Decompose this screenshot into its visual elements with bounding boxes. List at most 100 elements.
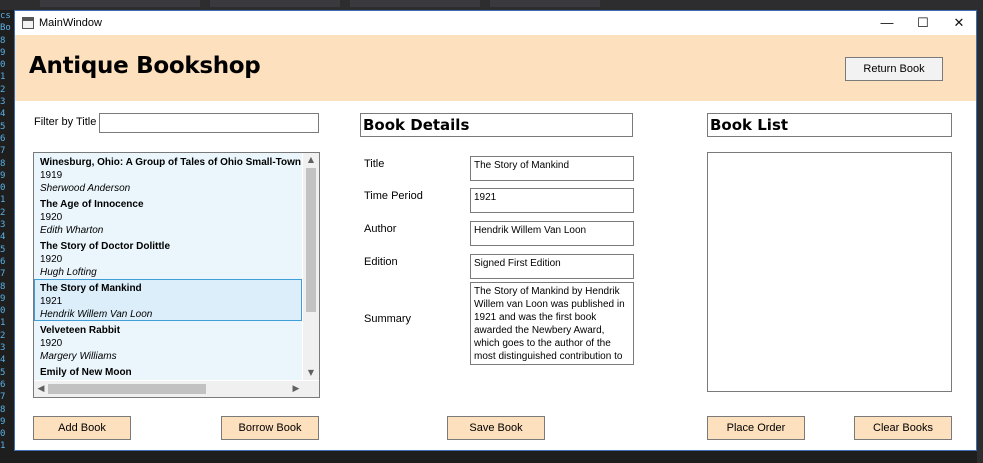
ide-tab-strip bbox=[0, 0, 983, 10]
ide-line-gutter: cs Bo 8 9 0 1 2 3 4 5 6 7 8 9 0 1 2 3 4 5 6 7 8 9 0 1 2 3 4 5 6 7 8 9 0 1 bbox=[0, 10, 14, 463]
ide-gutter-line: 0 bbox=[0, 183, 6, 194]
ide-right-edge bbox=[977, 10, 983, 463]
edition-field[interactable]: Signed First Edition bbox=[470, 254, 634, 279]
summary-label: Summary bbox=[364, 313, 412, 325]
time-period-label: Time Period bbox=[364, 190, 423, 202]
ide-gutter-line: 8 bbox=[0, 281, 6, 292]
title-label: Title bbox=[364, 158, 385, 170]
book-item-author: Sherwood Anderson bbox=[40, 183, 131, 194]
ide-gutter-line: 4 bbox=[0, 232, 6, 243]
scroll-down-icon[interactable]: ▼ bbox=[303, 366, 319, 380]
book-list-header: Book List bbox=[707, 113, 952, 137]
ide-tab bbox=[350, 0, 480, 7]
book-list-item[interactable]: Emily of New Moon bbox=[34, 363, 302, 380]
app-header: Antique Bookshop bbox=[15, 35, 976, 101]
ide-gutter-line: 5 bbox=[0, 244, 6, 255]
ide-gutter-line: 8 bbox=[0, 404, 6, 415]
ide-gutter-line: 9 bbox=[0, 416, 6, 427]
ide-gutter-line: 3 bbox=[0, 343, 6, 354]
window-titlebar: MainWindow — ☐ ✕ bbox=[15, 11, 976, 35]
ide-gutter-line: 2 bbox=[0, 84, 6, 95]
edition-label: Edition bbox=[364, 256, 398, 268]
ide-gutter-line: 1 bbox=[0, 195, 6, 206]
book-item-author: Hugh Lofting bbox=[40, 267, 97, 278]
book-details-header: Book Details bbox=[360, 113, 633, 137]
book-item-title: Winesburg, Ohio: A Group of Tales of Ohi… bbox=[40, 157, 302, 168]
vertical-scrollbar[interactable]: ▲ ▼ bbox=[303, 153, 319, 380]
scrollbar-corner bbox=[303, 381, 319, 397]
ide-gutter-line: 1 bbox=[0, 72, 6, 83]
ide-gutter-line: 6 bbox=[0, 379, 6, 390]
ide-gutter-line: 6 bbox=[0, 133, 6, 144]
book-item-title: The Story of Mankind bbox=[40, 283, 142, 294]
ide-gutter-line: Bo bbox=[0, 23, 11, 34]
save-book-button[interactable]: Save Book bbox=[447, 416, 545, 440]
filter-label: Filter by Title bbox=[34, 116, 97, 128]
book-list-item[interactable]: Velveteen Rabbit 1920 Margery Williams bbox=[34, 321, 302, 363]
book-item-author: Edith Wharton bbox=[40, 225, 104, 236]
book-item-year: 1920 bbox=[40, 212, 63, 223]
ide-tab bbox=[490, 0, 600, 7]
book-item-title: The Story of Doctor Dolittle bbox=[40, 241, 170, 252]
book-items: Winesburg, Ohio: A Group of Tales of Ohi… bbox=[34, 153, 302, 380]
ide-gutter-line: 0 bbox=[0, 306, 6, 317]
ide-gutter-line: 8 bbox=[0, 158, 6, 169]
author-field[interactable]: Hendrik Willem Van Loon bbox=[470, 221, 634, 246]
ide-gutter-line: 4 bbox=[0, 109, 6, 120]
borrow-book-button[interactable]: Borrow Book bbox=[221, 416, 319, 440]
ide-gutter-line: 4 bbox=[0, 355, 6, 366]
ide-gutter-line: 5 bbox=[0, 367, 6, 378]
ide-gutter-line: 7 bbox=[0, 146, 6, 157]
ide-gutter-line: 9 bbox=[0, 170, 6, 181]
book-item-author: Hendrik Willem Van Loon bbox=[40, 309, 153, 320]
book-item-year: 1919 bbox=[40, 170, 63, 181]
vertical-scroll-thumb[interactable] bbox=[306, 168, 316, 312]
book-item-title: Velveteen Rabbit bbox=[40, 325, 121, 336]
return-book-button[interactable]: Return Book bbox=[845, 57, 943, 81]
book-list-box[interactable] bbox=[707, 152, 952, 392]
scroll-left-icon[interactable]: ◀ bbox=[34, 381, 48, 397]
ide-tab bbox=[210, 0, 340, 7]
place-order-button[interactable]: Place Order bbox=[707, 416, 805, 440]
ide-gutter-line: 7 bbox=[0, 392, 6, 403]
scroll-up-icon[interactable]: ▲ bbox=[303, 153, 319, 167]
main-window: MainWindow — ☐ ✕ Antique Bookshop Return… bbox=[14, 10, 977, 451]
filter-title-input[interactable] bbox=[99, 113, 319, 133]
horizontal-scrollbar[interactable]: ◀ ▶ bbox=[34, 381, 303, 397]
scroll-right-icon[interactable]: ▶ bbox=[289, 381, 303, 397]
ide-gutter-line: 9 bbox=[0, 47, 6, 58]
time-period-field[interactable]: 1921 bbox=[470, 188, 634, 213]
book-item-year: 1920 bbox=[40, 338, 63, 349]
horizontal-scroll-thumb[interactable] bbox=[48, 384, 206, 394]
summary-field[interactable]: The Story of Mankind by Hendrik Willem v… bbox=[470, 282, 634, 365]
title-field[interactable]: The Story of Mankind bbox=[470, 156, 634, 181]
book-item-author: Margery Williams bbox=[40, 351, 117, 362]
maximize-button[interactable]: ☐ bbox=[904, 11, 942, 35]
author-label: Author bbox=[364, 223, 397, 235]
ide-gutter-line: 3 bbox=[0, 220, 6, 231]
ide-gutter-line: 0 bbox=[0, 429, 6, 440]
ide-gutter-line: 6 bbox=[0, 256, 6, 267]
add-book-button[interactable]: Add Book bbox=[33, 416, 131, 440]
minimize-button[interactable]: — bbox=[868, 11, 906, 35]
ide-gutter-line: 2 bbox=[0, 330, 6, 341]
ide-tab bbox=[40, 0, 200, 7]
ide-gutter-line: 1 bbox=[0, 318, 6, 329]
book-item-title: Emily of New Moon bbox=[40, 367, 132, 378]
book-list-item[interactable]: The Age of Innocence 1920 Edith Wharton bbox=[34, 195, 302, 237]
ide-gutter-line: 1 bbox=[0, 441, 6, 452]
book-item-year: 1921 bbox=[40, 296, 63, 307]
ide-gutter-line: 2 bbox=[0, 207, 6, 218]
close-button[interactable]: ✕ bbox=[940, 11, 976, 35]
book-list-item[interactable]: The Story of Mankind 1921 Hendrik Willem V… bbox=[34, 279, 302, 321]
book-item-title: The Age of Innocence bbox=[40, 199, 144, 210]
clear-books-button[interactable]: Clear Books bbox=[854, 416, 952, 440]
ide-gutter-line: 0 bbox=[0, 60, 6, 71]
ide-gutter-line: 7 bbox=[0, 269, 6, 280]
book-listbox[interactable]: Winesburg, Ohio: A Group of Tales of Ohi… bbox=[33, 152, 320, 398]
ide-gutter-line: 3 bbox=[0, 97, 6, 108]
book-list-item[interactable]: The Story of Doctor Dolittle 1920 Hugh Lof… bbox=[34, 237, 302, 279]
book-list-item[interactable]: Winesburg, Ohio: A Group of Tales of Ohi… bbox=[34, 153, 302, 195]
app-window-icon bbox=[22, 17, 34, 29]
ide-gutter-line: cs bbox=[0, 11, 11, 21]
